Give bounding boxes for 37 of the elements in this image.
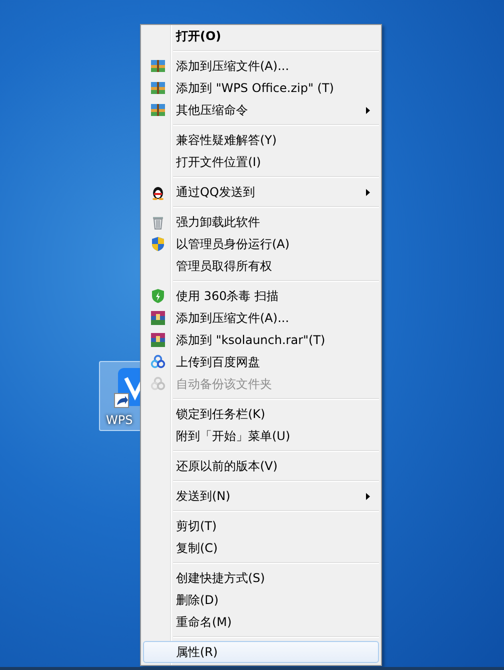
menu-item[interactable]: 通过QQ发送到 [143, 181, 379, 203]
menu-item[interactable]: 复制(C) [143, 537, 379, 559]
menu-item[interactable]: 添加到压缩文件(A)... [143, 307, 379, 329]
menu-item[interactable]: 其他压缩命令 [143, 99, 379, 121]
menu-item[interactable]: 重命名(M) [143, 611, 379, 633]
cloud-icon [150, 376, 166, 392]
icon-label: WPS [106, 413, 133, 427]
menu-item[interactable]: 添加到压缩文件(A)... [143, 55, 379, 77]
menu-item[interactable]: 剪切(T) [143, 515, 379, 537]
menu-item[interactable]: 添加到 "WPS Office.zip" (T) [143, 77, 379, 99]
menu-item[interactable]: 添加到 "ksolaunch.rar"(T) [143, 329, 379, 351]
menu-item[interactable]: 发送到(N) [143, 485, 379, 507]
archive-icon [150, 58, 166, 74]
menu-item[interactable]: 属性(R) [143, 641, 379, 663]
penguin-icon [150, 184, 166, 200]
menu-item[interactable]: 强力卸载此软件 [143, 211, 379, 233]
menu-item[interactable]: 使用 360杀毒 扫描 [143, 285, 379, 307]
menu-item[interactable]: 管理员取得所有权 [143, 255, 379, 277]
menu-item[interactable]: 以管理员身份运行(A) [143, 233, 379, 255]
shield-icon [150, 288, 166, 304]
menu-item[interactable]: 打开(O) [143, 25, 379, 47]
submenu-arrow-icon [366, 107, 370, 114]
menu-item[interactable]: 删除(D) [143, 589, 379, 611]
menu-item[interactable]: 打开文件位置(I) [143, 151, 379, 173]
menu-item[interactable]: 兼容性疑难解答(Y) [143, 129, 379, 151]
archive-icon [150, 102, 166, 118]
submenu-arrow-icon [366, 189, 370, 196]
trash-icon [150, 214, 166, 230]
app-icon [114, 366, 140, 408]
menu-item[interactable]: 还原以前的版本(V) [143, 455, 379, 477]
shield-icon [150, 236, 166, 252]
archive-icon [150, 80, 166, 96]
menu-item[interactable]: 创建快捷方式(S) [143, 567, 379, 589]
books-icon [150, 332, 166, 348]
submenu-arrow-icon [366, 493, 370, 500]
cloud-icon [150, 354, 166, 370]
books-icon [150, 310, 166, 326]
